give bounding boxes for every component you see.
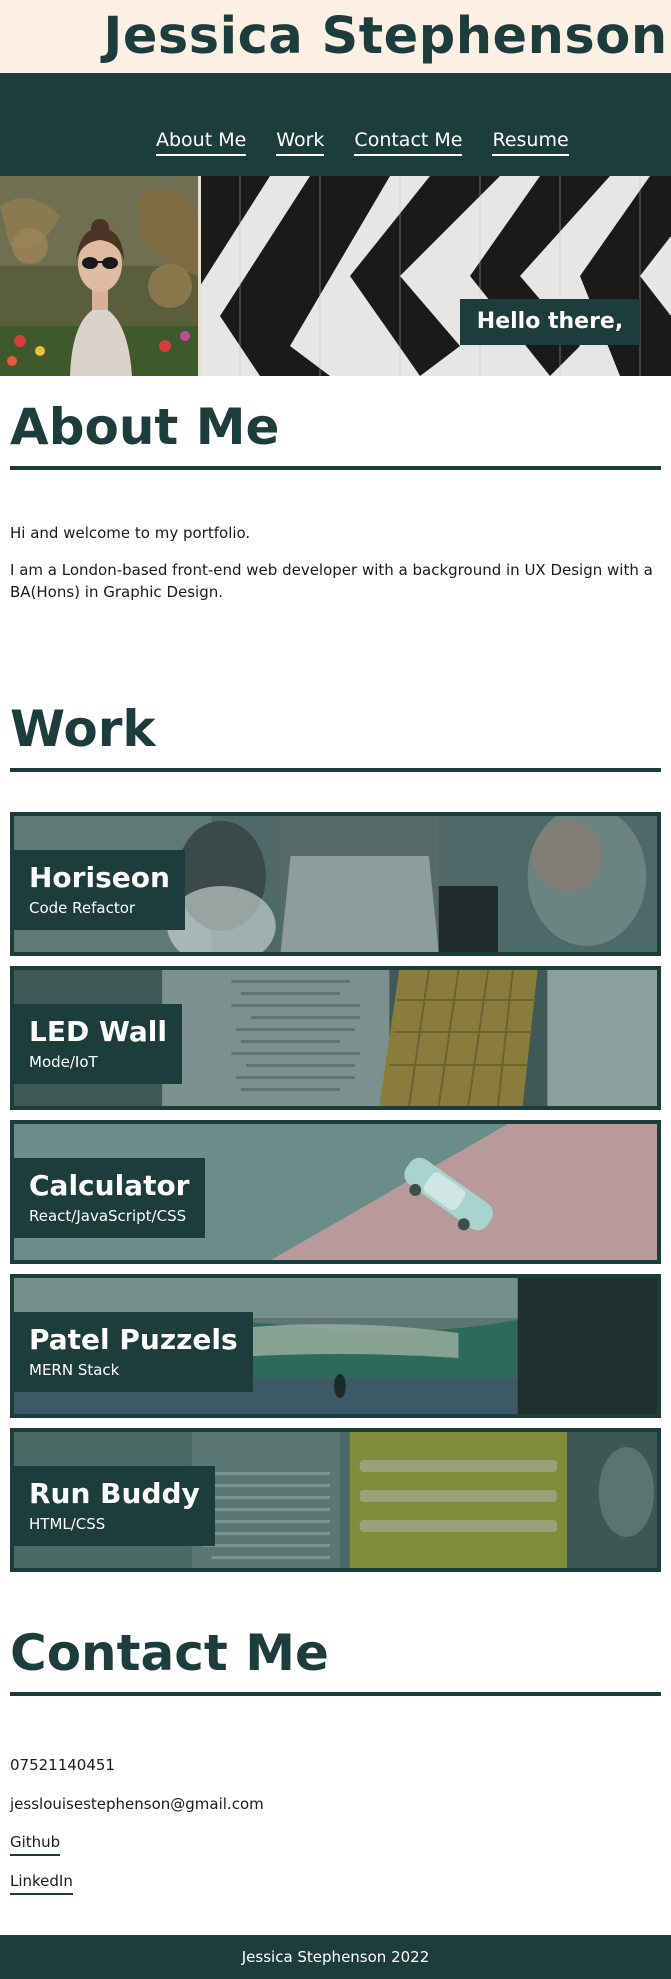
project-card-patel-puzzels[interactable]: Patel Puzzels MERN Stack [10,1274,661,1418]
nav-link-resume[interactable]: Resume [492,129,569,156]
project-title: LED Wall [29,1015,167,1048]
project-label: Calculator React/JavaScript/CSS [14,1158,205,1238]
site-title: Jessica Stephenson [103,7,668,66]
about-body: Hi and welcome to my portfolio. I am a L… [10,470,661,678]
about-bio: I am a London-based front-end web develo… [10,561,653,601]
hero-divider [198,176,201,376]
project-title: Run Buddy [29,1477,200,1510]
project-subtitle: MERN Stack [29,1361,120,1379]
portrait-photo [0,176,200,376]
contact-phone: 07521140451 [10,1756,115,1774]
project-subtitle: HTML/CSS [29,1515,106,1533]
main-nav: About Me Work Contact Me Resume [0,73,671,176]
nav-item-about: About Me [156,129,247,156]
about-section: About Me Hi and welcome to my portfolio.… [0,376,671,678]
project-card-calculator[interactable]: Calculator React/JavaScript/CSS [10,1120,661,1264]
chevron-pattern-image [200,176,671,376]
project-label: Run Buddy HTML/CSS [14,1466,215,1546]
work-heading: Work [10,678,661,772]
project-subtitle: React/JavaScript/CSS [29,1207,187,1225]
site-header: Jessica Stephenson [0,0,671,73]
linkedin-link[interactable]: LinkedIn [10,1871,73,1895]
contact-section: Contact Me 07521140451 jesslouisestephen… [0,1602,671,1930]
project-card-run-buddy[interactable]: Run Buddy HTML/CSS [10,1428,661,1572]
contact-email: jesslouisestephenson@gmail.com [10,1795,264,1813]
project-subtitle: Code Refactor [29,899,136,917]
hero-greeting: Hello there, [460,299,640,345]
project-title: Calculator [29,1169,190,1202]
nav-item-resume: Resume [492,129,569,156]
nav-item-work: Work [276,129,325,156]
nav-list: About Me Work Contact Me Resume [156,129,569,156]
project-title: Horiseon [29,861,170,894]
work-section: Work Horiseon Code Refactor LED Wall Mod… [0,678,671,1602]
contact-heading: Contact Me [10,1602,661,1696]
hero-banner: Hello there, [0,176,671,376]
project-label: LED Wall Mode/IoT [14,1004,182,1084]
nav-item-contact: Contact Me [354,129,463,156]
project-subtitle: Mode/IoT [29,1053,98,1071]
work-list: Horiseon Code Refactor LED Wall Mode/IoT… [10,772,661,1602]
footer-text: Jessica Stephenson 2022 [241,1948,430,1966]
nav-link-work[interactable]: Work [276,129,325,156]
about-intro: Hi and welcome to my portfolio. [10,524,251,542]
project-card-horiseon[interactable]: Horiseon Code Refactor [10,812,661,956]
project-label: Patel Puzzels MERN Stack [14,1312,253,1392]
nav-link-about-me[interactable]: About Me [156,129,247,156]
github-link[interactable]: Github [10,1832,61,1856]
nav-link-contact-me[interactable]: Contact Me [354,129,463,156]
contact-body: 07521140451 jesslouisestephenson@gmail.c… [10,1696,661,1930]
site-footer: Jessica Stephenson 2022 [0,1935,671,1979]
project-card-led-wall[interactable]: LED Wall Mode/IoT [10,966,661,1110]
project-label: Horiseon Code Refactor [14,850,185,930]
about-heading: About Me [10,376,661,470]
project-title: Patel Puzzels [29,1323,238,1356]
